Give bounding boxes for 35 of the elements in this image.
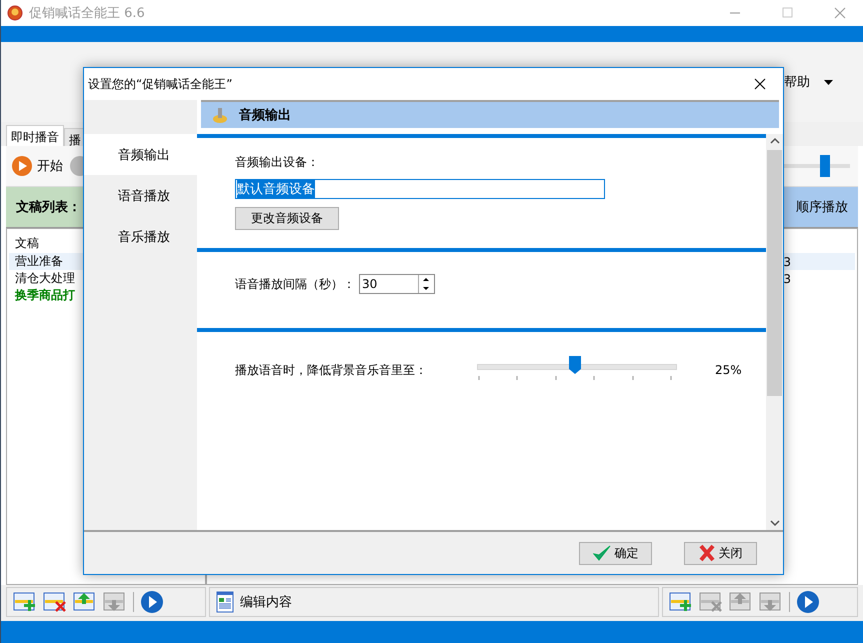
close-dialog-button[interactable]: 关闭 [684,542,757,564]
field-label: 音频输出设备： [235,154,319,171]
speaker-knob-icon [211,106,229,124]
field-label: 语音播放间隔（秒）： [235,276,355,292]
play-icon [11,155,33,177]
remove-row-icon[interactable] [43,592,67,612]
ok-button[interactable]: 确定 [579,542,652,564]
check-icon [592,545,610,561]
field-label: 播放语音时，降低背景音乐音里至： [235,362,427,378]
add-row-icon[interactable] [13,592,37,612]
move-up-icon[interactable] [73,592,97,612]
section-header: 音频输出 [201,100,779,128]
dropdown-caret-icon[interactable] [824,80,833,84]
scrollbar[interactable] [766,134,783,530]
cross-icon [698,544,714,562]
play-icon[interactable] [140,590,164,614]
slider-thumb[interactable] [569,356,581,374]
window-title: 促销喊话全能王 6.6 [29,5,146,22]
add-row-icon[interactable] [669,592,693,612]
app-logo-icon [7,5,23,21]
column-header: 文稿 [14,234,39,252]
nav-item[interactable]: 音频输出 [84,134,197,175]
change-device-button[interactable]: 更改音频设备 [235,207,339,230]
percent-reading: 25% [715,363,742,377]
device-field[interactable]: 默认音频设备 [235,179,605,199]
document-icon [216,591,234,613]
edit-content-label[interactable]: 编辑内容 [240,593,292,611]
start-button[interactable]: 开始 [11,155,63,177]
help-menu[interactable]: 帮助 [784,73,810,91]
minimize-icon[interactable] [730,12,742,14]
tab[interactable]: 即时播音 [6,125,64,146]
play-icon[interactable] [796,590,820,614]
close-icon[interactable] [754,78,766,90]
dialog-title: 设置您的“促销喊话全能王” [88,76,232,92]
interval-spinbox[interactable]: 30 [359,274,435,294]
